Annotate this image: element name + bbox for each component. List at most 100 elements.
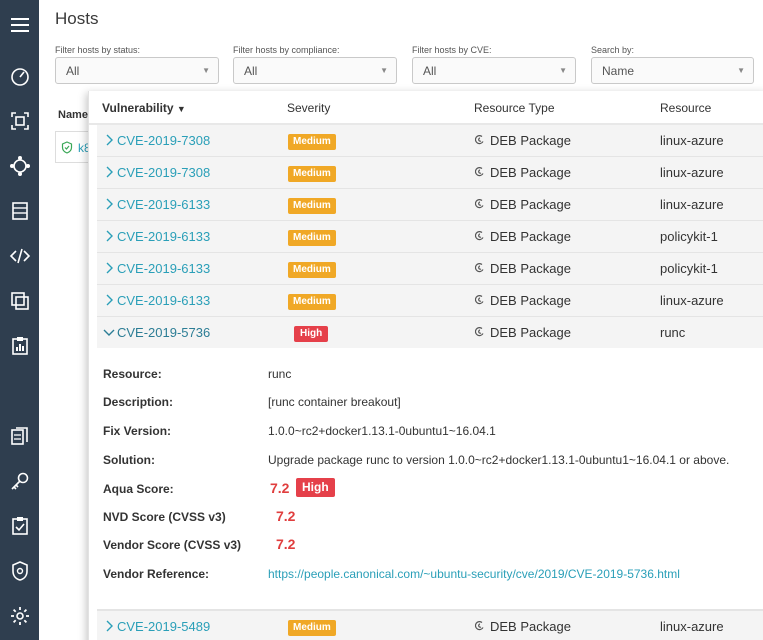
security-icon[interactable] (7, 558, 33, 584)
debian-icon (474, 327, 484, 337)
cve-id[interactable]: CVE-2019-6133 (117, 293, 210, 308)
detail-vendor-ref-label: Vendor Reference: (103, 567, 210, 581)
policies-icon[interactable] (7, 423, 33, 449)
resource-name: policykit-1 (660, 229, 718, 244)
cve-id[interactable]: CVE-2019-6133 (117, 197, 210, 212)
detail-aqua-score: 7.2 (270, 480, 290, 496)
page-title: Hosts (55, 9, 99, 28)
chevron-right-icon (106, 620, 113, 632)
hosts-icon[interactable] (7, 153, 33, 179)
chevron-right-icon (106, 294, 113, 306)
resource-type-column-header[interactable]: Resource Type (474, 101, 555, 115)
detail-vendor-score: 7.2 (276, 536, 296, 552)
detail-solution-label: Solution: (103, 453, 155, 467)
severity-badge: Medium (288, 166, 336, 182)
detail-description-value: [runc container breakout] (268, 395, 401, 409)
resource-type: DEB Package (490, 325, 571, 340)
cve-id[interactable]: CVE-2019-6133 (117, 229, 210, 244)
status-filter-select[interactable]: All ▼ (55, 57, 219, 84)
cve-filter-value: All (423, 64, 437, 78)
debian-icon (474, 231, 484, 241)
vuln-row-expanded[interactable]: CVE-2019-5736 High DEB Package runc (97, 317, 763, 349)
resource-type: DEB Package (490, 619, 571, 634)
chevron-right-icon (106, 262, 113, 274)
vuln-row[interactable]: CVE-2019-7308 Medium DEB Package linux-a… (97, 157, 763, 189)
resource-name: linux-azure (660, 619, 724, 634)
detail-fix-value: 1.0.0~rc2+docker1.13.1-0ubuntu1~16.04.1 (268, 424, 496, 438)
detail-aqua-label: Aqua Score: (103, 482, 174, 496)
detail-resource-label: Resource: (103, 367, 162, 381)
chevron-right-icon (106, 198, 113, 210)
severity-badge: Medium (288, 198, 336, 214)
resource-name: linux-azure (660, 293, 724, 308)
detail-aqua-badge: High (296, 478, 335, 497)
vuln-row[interactable]: CVE-2019-6133 Medium DEB Package linux-a… (97, 285, 763, 317)
shield-check-icon (61, 141, 73, 159)
chevron-down-icon (103, 329, 115, 336)
settings-icon[interactable] (7, 603, 33, 629)
detail-nvd-label: NVD Score (CVSS v3) (103, 510, 226, 524)
resource-type: DEB Package (490, 165, 571, 180)
severity-badge: Medium (288, 294, 336, 310)
cve-id[interactable]: CVE-2019-6133 (117, 261, 210, 276)
vulnerability-panel: Vulnerability ▼ Severity Resource Type R… (88, 91, 763, 640)
cve-filter-select[interactable]: All ▼ (412, 57, 576, 84)
resource-type: DEB Package (490, 133, 571, 148)
hosts-name-header: Name (58, 109, 88, 121)
keys-icon[interactable] (7, 468, 33, 494)
sidebar (0, 0, 39, 640)
cve-id[interactable]: CVE-2019-7308 (117, 133, 210, 148)
resource-type: DEB Package (490, 229, 571, 244)
compliance-filter-value: All (244, 64, 258, 78)
detail-solution-value: Upgrade package runc to version 1.0.0~rc… (268, 453, 730, 467)
search-by-select[interactable]: Name ▼ (591, 57, 754, 84)
severity-badge: High (294, 326, 329, 342)
chevron-down-icon: ▼ (202, 66, 210, 75)
chevron-down-icon: ▼ (737, 66, 745, 75)
compliance-filter-select[interactable]: All ▼ (233, 57, 397, 84)
vuln-row[interactable]: CVE-2019-6133 Medium DEB Package policyk… (97, 221, 763, 253)
cve-id[interactable]: CVE-2019-5489 (117, 619, 210, 634)
status-filter-label: Filter hosts by status: (55, 45, 141, 55)
vuln-detail: Resource: runc Description: [runc contai… (97, 348, 763, 610)
debian-icon (474, 295, 484, 305)
vuln-row[interactable]: CVE-2019-7308 Medium DEB Package linux-a… (97, 125, 763, 157)
detail-vendor-ref-link[interactable]: https://people.canonical.com/~ubuntu-sec… (268, 567, 680, 581)
detail-nvd-score: 7.2 (276, 508, 296, 524)
containers-icon[interactable] (7, 198, 33, 224)
vuln-row[interactable]: CVE-2019-6133 Medium DEB Package policyk… (97, 253, 763, 285)
search-by-label: Search by: (591, 45, 635, 55)
code-icon[interactable] (7, 243, 33, 269)
images-icon[interactable] (7, 108, 33, 134)
resource-name: policykit-1 (660, 261, 718, 276)
resource-column-header[interactable]: Resource (660, 101, 711, 115)
chevron-down-icon: ▼ (380, 66, 388, 75)
sort-desc-icon: ▼ (176, 104, 186, 114)
resource-name: linux-azure (660, 165, 724, 180)
dashboard-icon[interactable] (7, 63, 33, 89)
chevron-right-icon (106, 134, 113, 146)
vuln-table-header: Vulnerability ▼ Severity Resource Type R… (89, 91, 763, 125)
reports-icon[interactable] (7, 333, 33, 359)
severity-badge: Medium (288, 620, 336, 636)
detail-fix-label: Fix Version: (103, 424, 172, 438)
severity-column-header[interactable]: Severity (287, 101, 330, 115)
resource-name: linux-azure (660, 197, 724, 212)
vuln-row[interactable]: CVE-2019-6133 Medium DEB Package linux-a… (97, 189, 763, 221)
debian-icon (474, 621, 484, 631)
cve-id[interactable]: CVE-2019-5736 (117, 325, 210, 340)
resource-name: linux-azure (660, 133, 724, 148)
vulnerability-column-header[interactable]: Vulnerability ▼ (102, 101, 186, 115)
services-icon[interactable] (7, 288, 33, 314)
detail-vendor-score-label: Vendor Score (CVSS v3) (103, 538, 242, 552)
debian-icon (474, 263, 484, 273)
vuln-row[interactable]: CVE-2019-5489 Medium DEB Package linux-a… (97, 610, 763, 640)
detail-description-label: Description: (103, 395, 174, 409)
cve-filter: Filter hosts by CVE: All ▼ (412, 45, 576, 84)
compliance-icon[interactable] (7, 513, 33, 539)
compliance-filter: Filter hosts by compliance: All ▼ (233, 45, 397, 84)
menu-icon[interactable] (7, 12, 33, 38)
cve-id[interactable]: CVE-2019-7308 (117, 165, 210, 180)
debian-icon (474, 199, 484, 209)
status-filter-value: All (66, 64, 80, 78)
